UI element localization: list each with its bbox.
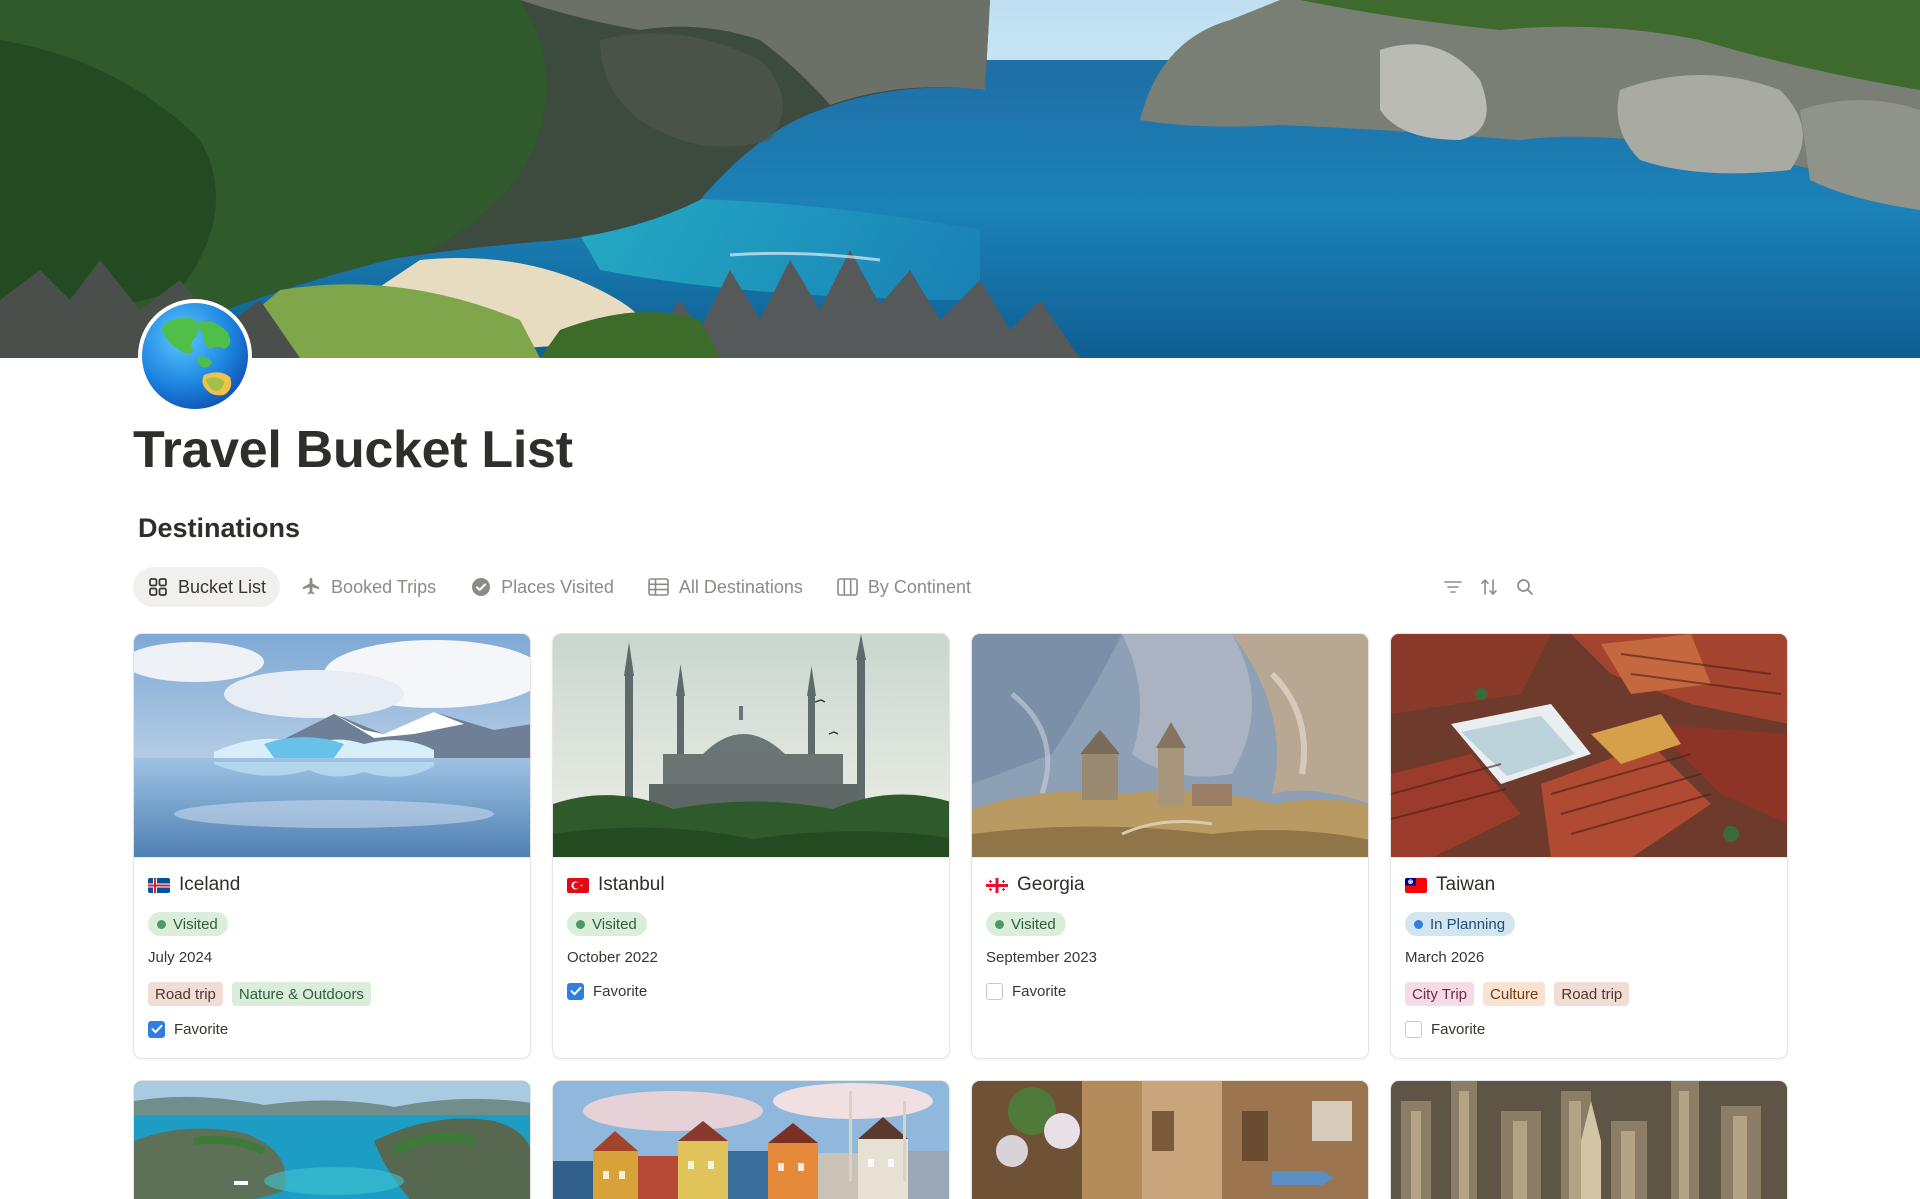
tab-booked-trips[interactable]: Booked Trips xyxy=(286,567,450,607)
georgia-flag-icon xyxy=(986,877,1008,893)
card-cover-image xyxy=(134,1081,530,1199)
favorite-checkbox[interactable] xyxy=(567,982,584,1000)
card-title: Iceland xyxy=(179,874,241,895)
status-label: Visited xyxy=(173,915,218,933)
gallery-card-georgia[interactable]: Georgia Visited September 2023 Favorite xyxy=(971,633,1369,1059)
tag-culture: Culture xyxy=(1483,982,1546,1006)
favorite-label: Favorite xyxy=(174,1020,229,1038)
filter-icon[interactable] xyxy=(1442,571,1464,603)
card-cover-image xyxy=(1391,1081,1787,1199)
page-title: Travel Bucket List xyxy=(133,421,573,479)
tab-label: Bucket List xyxy=(178,576,267,597)
taiwan-flag-icon xyxy=(1405,877,1427,893)
card-title: Taiwan xyxy=(1436,874,1496,895)
gallery-card[interactable] xyxy=(133,1080,531,1199)
database-toolbar xyxy=(1442,571,1536,603)
favorite-label: Favorite xyxy=(1431,1020,1486,1038)
search-icon[interactable] xyxy=(1514,571,1536,603)
view-tabs: Bucket List Booked Trips Places Visited … xyxy=(133,567,985,607)
tab-label: All Destinations xyxy=(678,576,803,597)
card-title: Istanbul xyxy=(598,874,665,895)
board-icon xyxy=(837,576,859,598)
tag-list: City Trip Culture Road trip xyxy=(1405,982,1773,1006)
status-dot xyxy=(1414,919,1423,929)
card-cover-image xyxy=(1391,634,1787,858)
card-cover-image xyxy=(972,634,1368,858)
card-cover-image xyxy=(553,634,949,858)
card-date: March 2026 xyxy=(1405,949,1485,966)
card-date: July 2024 xyxy=(148,949,213,966)
tab-label: Places Visited xyxy=(501,576,614,597)
cover-image xyxy=(0,0,1920,358)
tab-label: By Continent xyxy=(867,576,971,597)
tab-all-destinations[interactable]: All Destinations xyxy=(634,567,817,607)
database-title[interactable]: Destinations xyxy=(138,510,300,546)
gallery-card-istanbul[interactable]: Istanbul Visited October 2022 Favorite xyxy=(552,633,950,1059)
card-date: September 2023 xyxy=(986,949,1097,966)
status-badge: Visited xyxy=(986,912,1066,936)
tag-city-trip: City Trip xyxy=(1405,982,1475,1006)
tag-road-trip: Road trip xyxy=(148,982,223,1006)
card-cover-image xyxy=(134,634,530,858)
tag-road-trip: Road trip xyxy=(1554,982,1630,1006)
gallery-card[interactable] xyxy=(552,1080,950,1199)
status-dot xyxy=(995,919,1004,929)
status-label: In Planning xyxy=(1430,915,1506,933)
tab-label: Booked Trips xyxy=(331,576,437,597)
iceland-flag-icon xyxy=(148,877,170,893)
sort-icon[interactable] xyxy=(1478,571,1500,603)
favorite-checkbox[interactable] xyxy=(986,982,1003,1000)
favorite-property: Favorite xyxy=(148,1018,516,1040)
status-badge: Visited xyxy=(567,912,647,936)
favorite-checkbox[interactable] xyxy=(1405,1020,1422,1038)
tab-by-continent[interactable]: By Continent xyxy=(823,567,985,607)
check-circle-icon xyxy=(470,576,492,598)
status-dot xyxy=(157,919,166,929)
table-icon xyxy=(648,576,670,598)
gallery-card-taiwan[interactable]: Taiwan In Planning March 2026 City Trip … xyxy=(1390,633,1788,1059)
card-date: October 2022 xyxy=(567,949,658,966)
tag-list: Road trip Nature & Outdoors xyxy=(148,982,516,1006)
favorite-property: Favorite xyxy=(1405,1018,1773,1040)
gallery-card[interactable] xyxy=(1390,1080,1788,1199)
favorite-label: Favorite xyxy=(1012,982,1067,1000)
status-label: Visited xyxy=(592,915,637,933)
tab-places-visited[interactable]: Places Visited xyxy=(456,567,628,607)
card-title: Georgia xyxy=(1017,874,1085,895)
favorite-label: Favorite xyxy=(593,982,648,1000)
status-dot xyxy=(576,919,585,929)
turkey-flag-icon xyxy=(567,877,589,893)
favorite-property: Favorite xyxy=(567,980,935,1002)
globe-asia-australia-icon[interactable] xyxy=(136,297,254,415)
card-cover-image xyxy=(972,1081,1368,1199)
status-label: Visited xyxy=(1011,915,1056,933)
gallery-card[interactable] xyxy=(971,1080,1369,1199)
card-cover-image xyxy=(553,1081,949,1199)
gallery-grid-icon xyxy=(147,576,169,598)
tag-nature-outdoors: Nature & Outdoors xyxy=(231,982,371,1006)
favorite-checkbox[interactable] xyxy=(148,1020,165,1038)
gallery-card-iceland[interactable]: Iceland Visited July 2024 Road trip Natu… xyxy=(133,633,531,1059)
status-badge: In Planning xyxy=(1405,912,1516,936)
favorite-property: Favorite xyxy=(986,980,1354,1002)
tab-bucket-list[interactable]: Bucket List xyxy=(133,567,281,607)
airplane-icon xyxy=(300,576,322,598)
status-badge: Visited xyxy=(148,912,228,936)
